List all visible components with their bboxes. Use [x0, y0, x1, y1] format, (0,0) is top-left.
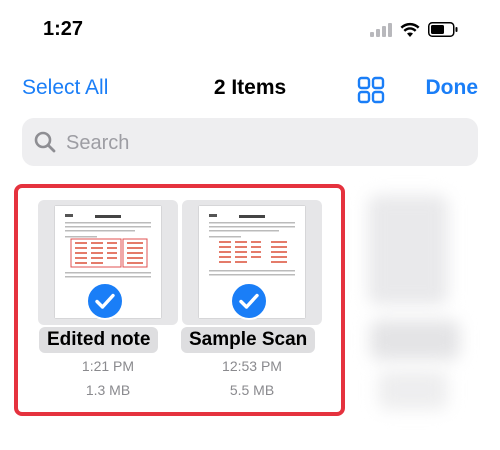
status-icons — [370, 22, 458, 37]
grid-view-button[interactable] — [357, 76, 385, 104]
file-thumbnail[interactable] — [38, 200, 178, 325]
grid-view-icon — [357, 76, 385, 104]
file-size: 1.3 MB — [85, 382, 131, 398]
file-size: 5.5 MB — [229, 382, 275, 398]
blurred-file-item — [360, 195, 500, 435]
status-bar: 1:27 — [0, 0, 500, 60]
battery-icon — [428, 22, 458, 37]
done-button[interactable]: Done — [426, 76, 479, 100]
selected-checkmark-icon — [86, 282, 124, 320]
file-time: 1:21 PM — [81, 358, 135, 374]
search-icon — [34, 131, 56, 153]
file-name: Sample Scan — [181, 327, 316, 353]
search-input[interactable] — [64, 127, 448, 159]
nav-bar: Select All 2 Items Done — [0, 68, 500, 108]
file-time: 12:53 PM — [222, 358, 282, 374]
status-time: 1:27 — [43, 18, 84, 40]
file-thumbnail[interactable] — [182, 200, 322, 325]
cellular-signal-icon — [370, 22, 392, 37]
selected-checkmark-icon — [230, 282, 268, 320]
search-bar[interactable] — [22, 118, 478, 166]
wifi-icon — [400, 22, 420, 37]
file-name: Edited note — [39, 327, 159, 353]
